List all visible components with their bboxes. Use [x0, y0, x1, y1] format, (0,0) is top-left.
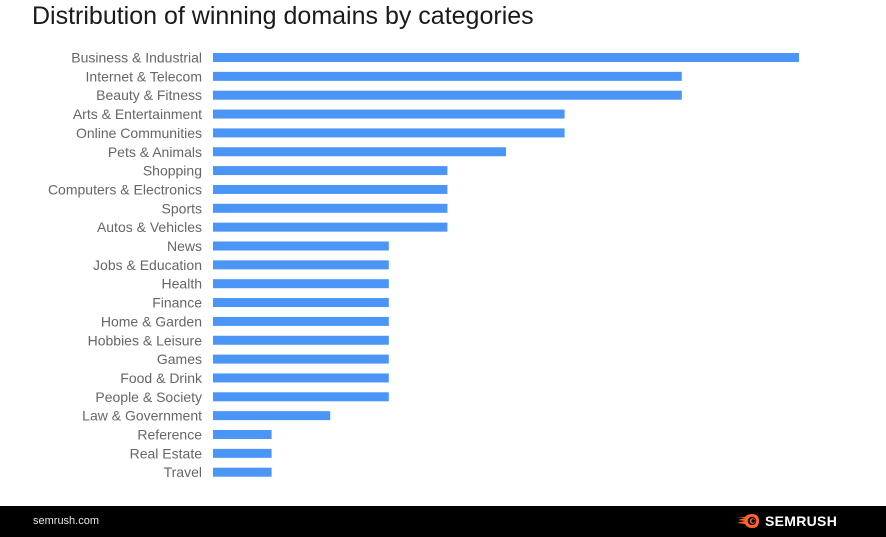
bar [213, 335, 389, 345]
category-label: Health [162, 276, 202, 292]
semrush-logo: SEMRUSH [735, 513, 837, 529]
bar [213, 392, 389, 402]
bar [213, 222, 448, 232]
category-label: People & Society [95, 389, 202, 405]
bar [213, 448, 272, 458]
bar [213, 90, 682, 100]
bar [213, 279, 389, 289]
category-label: Food & Drink [120, 370, 203, 386]
bar [213, 128, 565, 138]
category-label: Internet & Telecom [86, 68, 202, 84]
bar [213, 109, 565, 119]
category-label: Autos & Vehicles [97, 219, 202, 235]
category-label: Online Communities [76, 125, 202, 141]
category-label: News [167, 238, 202, 254]
bar [213, 166, 448, 176]
brand-name: SEMRUSH [765, 513, 838, 529]
category-label: Pets & Animals [108, 144, 202, 160]
bar [213, 260, 389, 270]
bar [213, 184, 448, 194]
bar [213, 147, 506, 157]
category-label: Business & Industrial [71, 50, 202, 66]
category-label: Finance [152, 295, 202, 311]
category-label: Computers & Electronics [48, 181, 202, 197]
category-label: Home & Garden [101, 313, 202, 329]
category-label: Law & Government [82, 408, 202, 424]
category-label: Beauty & Fitness [96, 87, 202, 103]
bar [213, 53, 799, 62]
bar [213, 203, 448, 213]
category-label: Reference [137, 427, 202, 443]
bar [213, 241, 389, 251]
category-label: Real Estate [130, 445, 203, 461]
bar [213, 373, 389, 383]
bar-chart: Business & Industrial Internet & Telecom B… [48, 50, 799, 480]
semrush-fireball-icon [736, 514, 759, 528]
category-label: Arts & Entertainment [73, 106, 202, 122]
bar [213, 354, 389, 364]
category-label: Hobbies & Leisure [88, 332, 203, 348]
bar [213, 430, 272, 439]
bar [213, 467, 272, 477]
category-label: Travel [164, 464, 202, 480]
bar [213, 71, 682, 81]
footer: semrush.com SEMRUSH [0, 506, 886, 537]
category-label: Jobs & Education [93, 257, 202, 273]
bar [213, 411, 331, 421]
bar [213, 316, 389, 326]
bar [213, 298, 389, 308]
category-label: Games [157, 351, 202, 367]
footer-url: semrush.com [33, 515, 100, 527]
category-label: Sports [162, 200, 202, 216]
category-label: Shopping [143, 163, 202, 179]
